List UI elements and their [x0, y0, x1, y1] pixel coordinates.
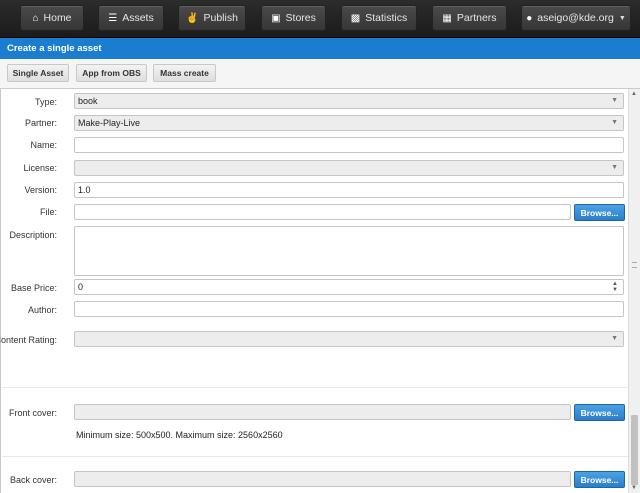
- front-cover-label: Front cover:: [8, 408, 57, 418]
- name-label: Name:: [30, 140, 57, 150]
- base-price-label: Base Price:: [10, 283, 57, 293]
- dropdown-arrow-icon: ▼: [611, 164, 618, 171]
- license-select[interactable]: ▼: [74, 160, 624, 176]
- version-input[interactable]: 1.0: [74, 182, 624, 198]
- asset-form: Type: book ▼ Partner: Make-Play-Live ▼ N…: [0, 89, 628, 493]
- page-title: Create a single asset: [0, 38, 640, 59]
- nav-stores-button[interactable]: ▣ Stores: [261, 5, 326, 31]
- front-cover-size-hint: Minimum size: 500x500. Maximum size: 256…: [76, 430, 283, 440]
- spinner-arrows-icon[interactable]: ▲ ▼: [612, 280, 618, 293]
- back-cover-label: Back cover:: [9, 475, 57, 485]
- author-input[interactable]: [74, 301, 624, 317]
- divider: [2, 387, 628, 388]
- partner-label: Partner:: [24, 118, 57, 128]
- back-cover-browse-button[interactable]: Browse...: [574, 471, 625, 488]
- top-navbar: ⌂ Home ☰ Assets ✌ Publish ▣ Stores ▩ Sta…: [0, 0, 640, 38]
- front-cover-browse-button[interactable]: Browse...: [574, 404, 625, 421]
- scroll-down-icon[interactable]: ▼: [631, 485, 637, 491]
- description-label: Description:: [9, 230, 57, 240]
- scrollbar-thumb[interactable]: [631, 415, 638, 485]
- cart-icon: ▣: [271, 12, 281, 24]
- tab-single-asset[interactable]: Single Asset: [7, 64, 69, 82]
- content-rating-select[interactable]: ▼: [74, 331, 624, 347]
- scroll-up-icon[interactable]: ▲: [631, 91, 637, 97]
- back-cover-input[interactable]: [74, 471, 571, 487]
- base-price-input[interactable]: 0 ▲ ▼: [74, 279, 624, 295]
- file-browse-button[interactable]: Browse...: [574, 204, 625, 221]
- briefcase-icon: ▦: [442, 12, 452, 24]
- dropdown-arrow-icon: ▼: [611, 97, 618, 104]
- list-icon: ☰: [108, 12, 118, 24]
- caret-down-icon: ▼: [618, 14, 626, 22]
- author-label: Author:: [27, 305, 57, 315]
- tab-bar: Single Asset App from OBS Mass create: [0, 59, 640, 89]
- dropdown-arrow-icon: ▼: [611, 119, 618, 126]
- nav-publish-button[interactable]: ✌ Publish: [178, 5, 246, 31]
- user-menu-button[interactable]: ● aseigo@kde.org ▼: [521, 5, 631, 31]
- type-select[interactable]: book ▼: [74, 93, 624, 109]
- version-label: Version:: [24, 185, 57, 195]
- name-input[interactable]: [74, 137, 624, 153]
- nav-statistics-button[interactable]: ▩ Statistics: [341, 5, 417, 31]
- tab-app-from-obs[interactable]: App from OBS: [76, 64, 147, 82]
- home-icon: ⌂: [32, 12, 39, 24]
- file-label: File:: [39, 207, 57, 217]
- user-icon: ●: [526, 12, 533, 24]
- divider: [2, 456, 628, 457]
- nav-partners-button[interactable]: ▦ Partners: [432, 5, 507, 31]
- license-label: License:: [23, 163, 57, 173]
- type-label: Type:: [34, 97, 57, 107]
- resize-grip-icon: [632, 262, 637, 268]
- dropdown-arrow-icon: ▼: [611, 335, 618, 342]
- thumbs-up-icon: ✌: [186, 12, 199, 24]
- file-input[interactable]: [74, 204, 571, 220]
- bar-chart-icon: ▩: [350, 12, 361, 24]
- nav-assets-button[interactable]: ☰ Assets: [98, 5, 164, 31]
- content-rating-label: Content Rating:: [0, 335, 57, 345]
- vertical-scrollbar[interactable]: ▲ ▼: [628, 89, 640, 493]
- partner-select[interactable]: Make-Play-Live ▼: [74, 115, 624, 131]
- front-cover-input[interactable]: [74, 404, 571, 420]
- tab-mass-create[interactable]: Mass create: [153, 64, 216, 82]
- nav-home-button[interactable]: ⌂ Home: [20, 5, 84, 31]
- description-textarea[interactable]: [74, 226, 624, 276]
